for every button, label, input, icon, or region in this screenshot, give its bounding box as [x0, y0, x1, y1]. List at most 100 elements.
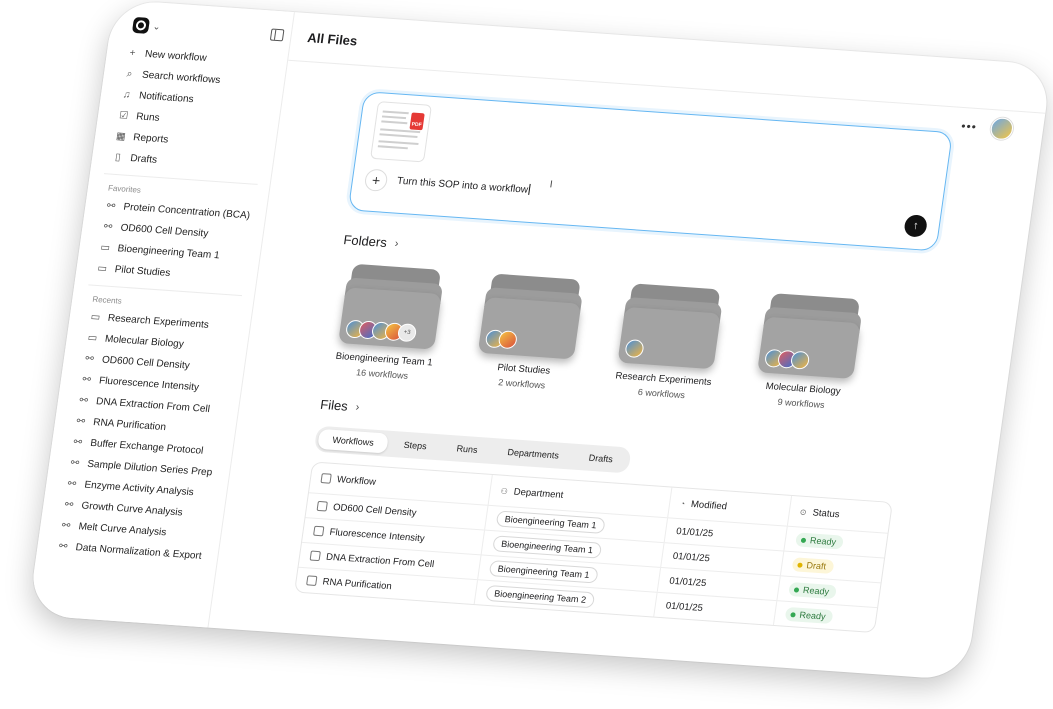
- header-label: Department: [513, 486, 565, 501]
- row-checkbox[interactable]: [313, 525, 325, 537]
- text-cursor-icon: I: [548, 179, 554, 191]
- workflow-name: Fluorescence Intensity: [328, 526, 426, 544]
- workflow-name: OD600 Cell Density: [332, 501, 418, 519]
- grid-icon: ▦: [115, 130, 127, 143]
- department-pill[interactable]: Bioengineering Team 2: [485, 584, 596, 609]
- status-label: Ready: [798, 609, 827, 622]
- chevron-down-icon: ⌄: [152, 20, 162, 32]
- checkbox-icon: ☑: [118, 110, 129, 122]
- document-icon: ▯: [114, 151, 122, 164]
- folder-card[interactable]: Research Experiments 6 workflows: [608, 283, 730, 403]
- nav-label: Search workflows: [141, 69, 221, 87]
- chevron-right-icon: ›: [354, 400, 361, 414]
- content: PDF + Turn this SOP into a workflow I ↑ …: [293, 91, 953, 634]
- nav-label: Reports: [132, 132, 169, 146]
- folder-icon: ▭: [89, 311, 101, 324]
- pdf-file-icon: PDF: [409, 112, 425, 131]
- favorite-label: Bioengineering Team 1: [116, 243, 221, 262]
- sidebar-collapse-icon[interactable]: [269, 28, 285, 42]
- main-area: All Files ••• PDF + Turn this SOP into a…: [208, 12, 1053, 680]
- recent-label: Research Experiments: [107, 312, 210, 331]
- tab-drafts[interactable]: Drafts: [573, 447, 628, 470]
- doc-line: [381, 115, 407, 120]
- app-logo-icon: [131, 16, 151, 34]
- workflow-icon: ⚯: [58, 540, 69, 553]
- folders-grid: +3 Bioengineering Team 1 16 workflows Pi…: [325, 263, 929, 416]
- workflow-icon: ⚯: [61, 520, 72, 532]
- favorite-label: OD600 Cell Density: [119, 222, 209, 240]
- folder-icon: +3: [338, 263, 445, 350]
- nav-label: Runs: [135, 111, 161, 124]
- status-label: Ready: [809, 535, 837, 548]
- workflow-icon: ⚯: [81, 374, 92, 386]
- recent-label: DNA Extraction From Cell: [95, 396, 211, 416]
- doc-line: [378, 140, 419, 146]
- tab-workflows[interactable]: Workflows: [317, 428, 390, 454]
- favorite-label: Pilot Studies: [113, 264, 171, 279]
- prompt-composer[interactable]: PDF + Turn this SOP into a workflow I ↑: [347, 91, 953, 252]
- department-pill[interactable]: Bioengineering Team 1: [492, 535, 603, 559]
- workflow-icon: ⚯: [106, 200, 116, 213]
- app-window: ⌄ + New workflow ⌕ Search workflows ♫ Notif…: [27, 0, 1053, 681]
- department-pill[interactable]: Bioengineering Team 1: [488, 560, 599, 584]
- workflow-icon: ⚯: [78, 395, 89, 407]
- workflow-name: RNA Purification: [321, 575, 393, 592]
- doc-line: [382, 110, 409, 115]
- send-button[interactable]: ↑: [903, 214, 929, 238]
- folder-card[interactable]: +3 Bioengineering Team 1 16 workflows: [329, 263, 451, 383]
- chevron-right-icon: ›: [393, 237, 400, 250]
- workflow-icon: ⚯: [72, 436, 83, 449]
- member-avatars: [484, 329, 519, 350]
- department-pill[interactable]: Bioengineering Team 1: [495, 510, 606, 534]
- plus-icon: +: [128, 47, 137, 60]
- doc-line: [379, 133, 418, 138]
- folder-count: 16 workflows: [355, 367, 409, 381]
- workflow-name: DNA Extraction From Cell: [325, 551, 435, 570]
- recent-label: Data Normalization & Export: [74, 542, 203, 562]
- workflow-icon: ⚯: [103, 221, 114, 233]
- text-caret: [528, 183, 531, 195]
- folder-icon: ▭: [96, 262, 108, 275]
- recent-label: Melt Curve Analysis: [77, 521, 167, 539]
- folder-count: 2 workflows: [497, 377, 546, 391]
- folder-icon: [617, 283, 724, 370]
- nav-label: New workflow: [144, 48, 208, 65]
- workflow-icon: ⚯: [75, 415, 86, 428]
- folder-count: 9 workflows: [776, 396, 826, 410]
- recent-label: Growth Curve Analysis: [80, 500, 184, 519]
- doc-line: [381, 120, 408, 125]
- workspace-switcher[interactable]: ⌄: [131, 16, 162, 35]
- files-table: Workflow ⚇ Department ◔ Modified ⊙ Status O…: [293, 461, 893, 634]
- workflow-icon: ⚯: [69, 457, 80, 470]
- header-label: Workflow: [336, 473, 377, 488]
- workflow-icon: ⚯: [84, 353, 95, 365]
- sop-attachment-thumbnail[interactable]: PDF: [370, 101, 433, 163]
- tab-departments[interactable]: Departments: [492, 441, 574, 466]
- search-icon: ⌕: [126, 68, 134, 80]
- folder-icon: ▭: [99, 242, 111, 254]
- header-label: Modified: [690, 498, 728, 512]
- nav-label: Notifications: [138, 90, 195, 106]
- folder-card[interactable]: Molecular Biology 9 workflows: [748, 292, 870, 412]
- row-checkbox[interactable]: [316, 500, 328, 512]
- more-options-icon[interactable]: •••: [960, 119, 978, 134]
- user-avatar[interactable]: [989, 117, 1015, 141]
- folder-icon: ▭: [86, 332, 98, 345]
- row-checkbox[interactable]: [309, 550, 321, 562]
- prompt-input[interactable]: Turn this SOP into a workflow: [396, 175, 531, 196]
- row-checkbox[interactable]: [306, 575, 318, 586]
- doc-line: [377, 145, 408, 150]
- folder-icon: [757, 293, 864, 379]
- status-badge: Ready: [795, 532, 844, 550]
- bell-icon: ♫: [122, 89, 132, 101]
- select-all-checkbox[interactable]: [320, 473, 332, 484]
- recent-label: Buffer Exchange Protocol: [89, 437, 204, 457]
- folder-card[interactable]: Pilot Studies 2 workflows: [468, 273, 590, 393]
- add-attachment-button[interactable]: +: [363, 168, 389, 192]
- tab-steps[interactable]: Steps: [388, 434, 442, 457]
- folder-count: 6 workflows: [637, 386, 686, 401]
- tab-runs[interactable]: Runs: [441, 438, 493, 461]
- status-label: Ready: [802, 584, 830, 597]
- recent-label: Enzyme Activity Analysis: [83, 479, 195, 499]
- member-avatars: [763, 348, 811, 370]
